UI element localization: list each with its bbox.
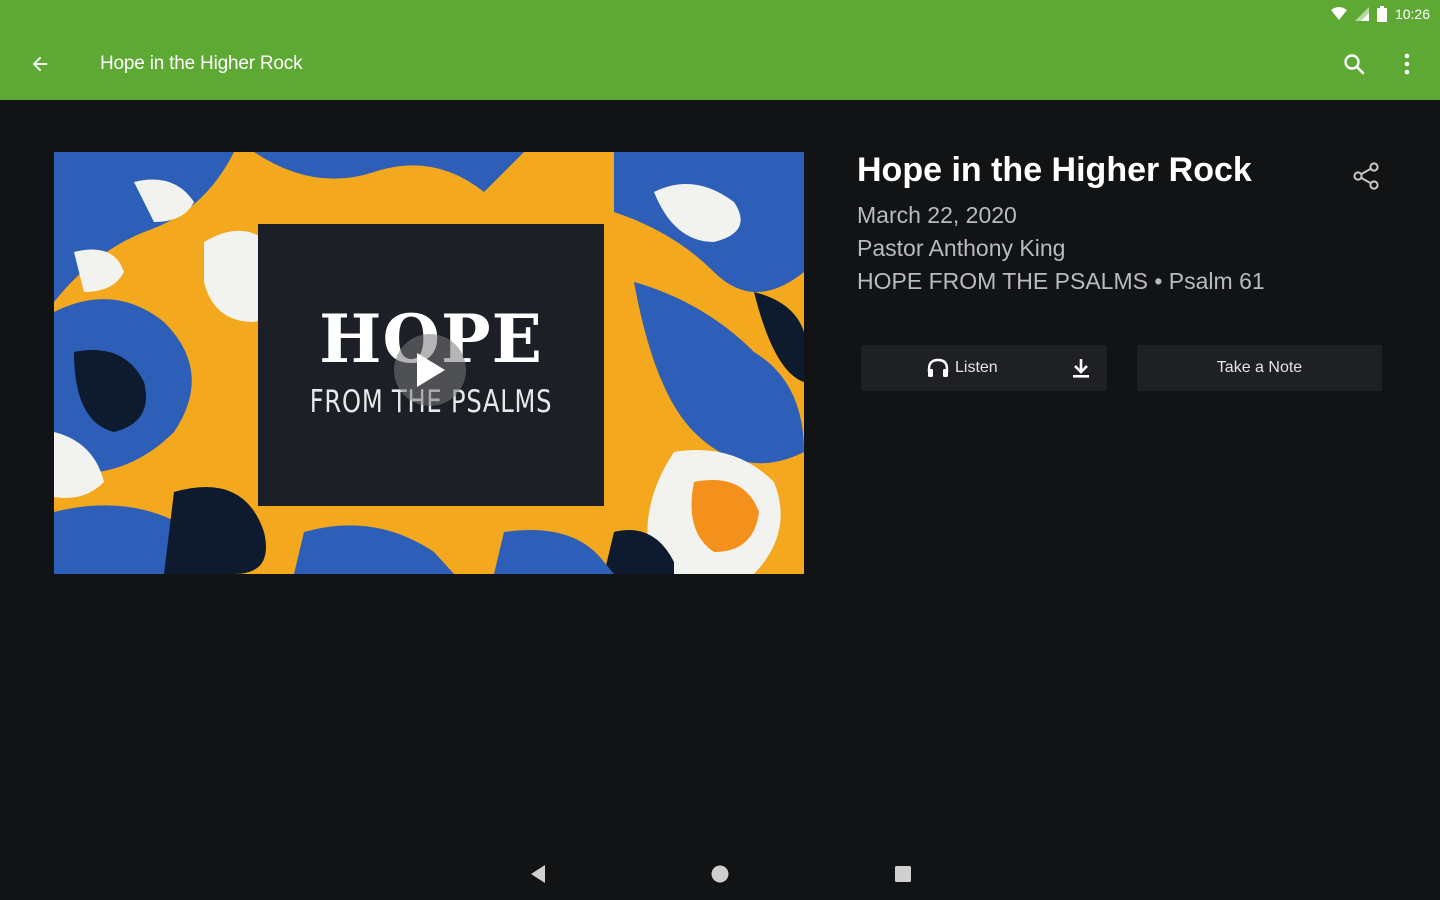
nav-home-icon — [711, 865, 729, 883]
more-vert-icon — [1404, 53, 1410, 75]
sermon-artwork[interactable]: HOPE FROM THE PSALMS — [54, 152, 804, 574]
sermon-date: March 22, 2020 — [857, 202, 1017, 228]
nav-recent-icon — [895, 866, 911, 882]
download-button[interactable] — [1067, 354, 1095, 382]
listen-button[interactable]: Listen — [861, 345, 1107, 391]
download-icon — [1073, 359, 1089, 378]
nav-recent-button[interactable] — [885, 856, 921, 892]
nav-back-icon — [531, 865, 545, 883]
back-button[interactable] — [16, 40, 64, 88]
share-icon — [1353, 162, 1379, 190]
sermon-series[interactable]: HOPE FROM THE PSALMS • Psalm 61 — [857, 265, 1265, 297]
nav-back-button[interactable] — [520, 856, 556, 892]
play-icon — [417, 353, 445, 387]
status-bar: 10:26 — [0, 0, 1440, 28]
nav-home-button[interactable] — [702, 856, 738, 892]
back-arrow-icon — [32, 56, 48, 72]
status-time: 10:26 — [1394, 6, 1430, 22]
search-button[interactable] — [1330, 40, 1378, 88]
listen-content: Listen — [927, 345, 998, 391]
wifi-icon — [1330, 7, 1347, 20]
listen-label: Listen — [955, 359, 998, 376]
sermon-title: Hope in the Higher Rock — [857, 151, 1252, 189]
share-button[interactable] — [1342, 152, 1390, 200]
take-note-label: Take a Note — [1216, 359, 1303, 376]
more-options-button[interactable] — [1384, 40, 1430, 88]
take-note-button[interactable]: Take a Note — [1137, 345, 1382, 391]
play-button[interactable] — [394, 334, 466, 406]
app-bar: Hope in the Higher Rock — [0, 28, 1440, 100]
system-nav-bar — [0, 846, 1440, 900]
sermon-speaker[interactable]: Pastor Anthony King — [857, 232, 1065, 264]
app-bar-title: Hope in the Higher Rock — [100, 53, 303, 74]
search-icon — [1344, 54, 1365, 75]
battery-icon — [1376, 6, 1387, 22]
headphones-icon — [927, 358, 949, 377]
signal-icon — [1354, 7, 1369, 21]
